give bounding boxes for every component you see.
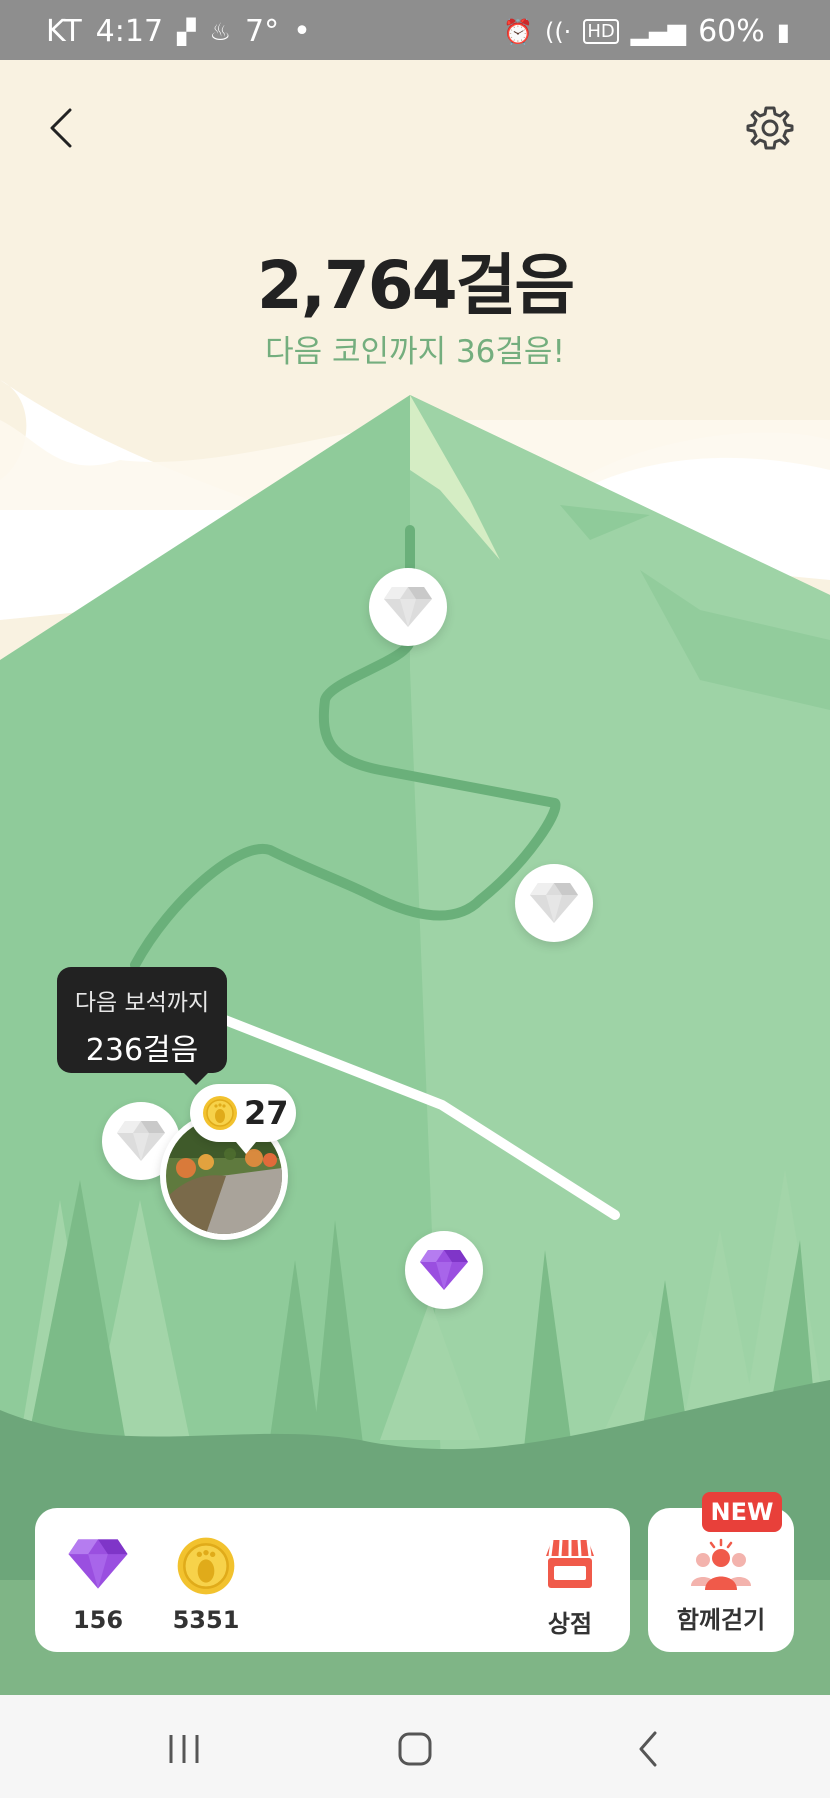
shop-icon (546, 1539, 594, 1588)
system-back-button[interactable] (618, 1729, 678, 1769)
diamond-icon (530, 883, 578, 923)
footprint-icon: ♨ (209, 17, 232, 46)
tooltip-arrow (184, 1073, 208, 1085)
recent-apps-button[interactable] (154, 1729, 214, 1769)
temperature: 7° (245, 14, 280, 49)
battery-percent: 60% (698, 14, 765, 49)
step-count: 2,764걸음 (256, 247, 575, 324)
hd-icon: HD (583, 19, 619, 44)
settings-button[interactable] (740, 98, 800, 158)
back-arrow-icon (50, 108, 72, 148)
new-badge: NEW (702, 1492, 782, 1532)
top-bar (0, 60, 830, 180)
coin-reward-bubble[interactable]: 27 (190, 1084, 296, 1154)
inventory-panel: 156 5351 상점 (35, 1508, 630, 1652)
tooltip-title: 다음 보석까지 (74, 990, 210, 1016)
gem-node-1[interactable] (369, 568, 447, 646)
diamond-icon (384, 587, 432, 627)
coin-reward-count: 27 (244, 1094, 289, 1132)
dot-icon: • (293, 14, 311, 49)
coin-bubble-tail (236, 1142, 256, 1154)
walk-together-label: 함께걷기 (676, 1606, 766, 1634)
gem-balance[interactable]: 156 (63, 1536, 133, 1634)
shop-button[interactable]: 상점 (535, 1536, 605, 1639)
diamond-icon (117, 1121, 165, 1161)
coin-count: 5351 (172, 1606, 240, 1634)
next-coin-message: 다음 코인까지 36걸음! (265, 334, 565, 370)
alarm-icon: ⏰ (503, 17, 533, 46)
walk-together-icon (691, 1538, 751, 1590)
wifi-icon: ((· (544, 17, 572, 46)
gem-count: 156 (72, 1606, 124, 1634)
diamond-icon (420, 1250, 468, 1290)
recent-apps-icon (169, 1735, 199, 1763)
battery-icon: ▮ (776, 17, 790, 46)
system-nav-bar (0, 1695, 830, 1798)
next-gem-tooltip: 다음 보석까지 236걸음 (57, 967, 227, 1085)
signal-icon: ▂▄▆ (630, 17, 687, 46)
coin-footprint-icon (177, 1537, 235, 1595)
back-button[interactable] (38, 98, 82, 158)
carrier-label: KT (46, 14, 82, 49)
home-button[interactable] (385, 1729, 445, 1769)
home-icon (398, 1732, 432, 1766)
back-chevron-icon (639, 1731, 657, 1767)
stairs-icon: ▞ (177, 17, 196, 46)
shop-label: 상점 (547, 1610, 593, 1638)
clock: 4:17 (95, 14, 164, 49)
coin-footprint-icon (203, 1096, 237, 1130)
gem-node-collected[interactable] (405, 1231, 483, 1309)
status-bar: KT 4:17 ▞ ♨ 7° • ⏰ ((· HD ▂▄▆ 60% ▮ (0, 0, 830, 60)
diamond-icon (68, 1539, 128, 1589)
settings-gear-icon (746, 106, 794, 150)
gem-node-2[interactable] (515, 864, 593, 942)
coin-balance[interactable]: 5351 (163, 1536, 249, 1634)
tooltip-steps: 236걸음 (85, 1033, 199, 1068)
